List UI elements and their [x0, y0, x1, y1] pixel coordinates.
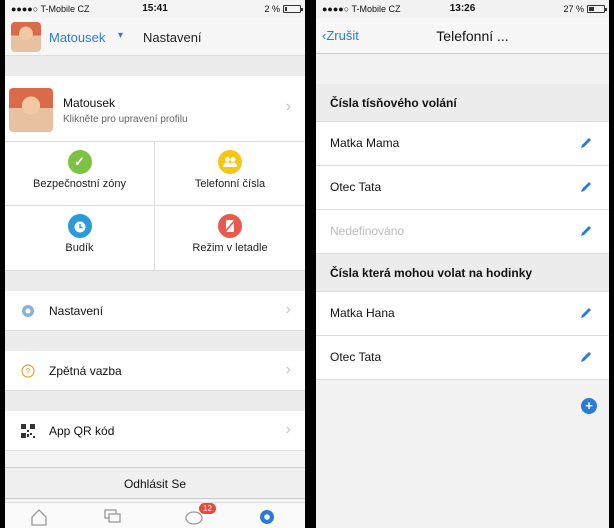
edit-icon[interactable] [579, 180, 593, 194]
feedback-row[interactable]: ? Zpětná vazba › [5, 351, 305, 391]
page-title: Nastavení [143, 30, 202, 45]
list-item[interactable]: Matka Mama [316, 122, 609, 166]
chevron-right-icon: › [285, 361, 291, 378]
alarm-clock-icon [67, 214, 92, 238]
list-item[interactable]: Otec Tata [316, 336, 609, 380]
chevron-down-icon[interactable]: ▾ [118, 30, 123, 41]
section-emergency-header: Čísla tísňového volání [316, 84, 609, 122]
profile-avatar [9, 88, 53, 132]
chevron-right-icon: › [285, 301, 291, 318]
airplane-mode-icon [218, 214, 242, 238]
profile-name: Matousek [63, 96, 116, 110]
gear-icon [22, 305, 34, 317]
status-bar: ●●●●○ T-Mobile CZ 13:26 27 % [316, 0, 609, 18]
shield-check-icon: ✓ [67, 150, 92, 174]
settings-row[interactable]: Nastavení › [5, 291, 305, 331]
section-allowed-header: Čísla která mohou volat na hodinky [316, 254, 609, 292]
status-time: 15:41 [142, 3, 168, 14]
grid-item-airplane-mode[interactable]: Režim v letadle [155, 206, 305, 270]
chat-icon[interactable] [103, 507, 123, 527]
qr-code-row[interactable]: App QR kód › [5, 411, 305, 451]
battery-icon [587, 5, 607, 13]
nav-bar: Matousek ▾ Nastavení [5, 18, 305, 56]
tab-bar: 12 [5, 502, 305, 528]
logout-button[interactable]: Odhlásit Se [5, 467, 305, 499]
battery-icon [283, 5, 303, 13]
edit-icon[interactable] [579, 306, 593, 320]
feature-grid: ✓ Bezpečnostní zóny Telefonní čísla Budí… [5, 142, 305, 271]
user-switcher[interactable]: Matousek [49, 30, 105, 45]
list-item[interactable]: Nedefinováno [316, 210, 609, 254]
chevron-right-icon: › [285, 421, 291, 438]
profile-subtitle: Klikněte pro upravení profilu [63, 114, 188, 125]
add-number-button[interactable]: + [581, 398, 597, 414]
grid-item-safe-zones[interactable]: ✓ Bezpečnostní zóny [5, 142, 155, 206]
grid-item-phone-numbers[interactable]: Telefonní čísla [155, 142, 305, 206]
grid-item-alarm[interactable]: Budík [5, 206, 155, 270]
feedback-icon: ? [21, 364, 35, 378]
settings-screen: ●●●●○ T-Mobile CZ 15:41 2 % Matousek ▾ N… [5, 0, 305, 528]
phone-numbers-screen: ●●●●○ T-Mobile CZ 13:26 27 % ‹Zrušit Tel… [316, 0, 609, 528]
edit-icon[interactable] [579, 224, 593, 238]
nav-bar: ‹Zrušit Telefonní ... [316, 18, 609, 54]
svg-text:?: ? [26, 367, 31, 376]
status-bar: ●●●●○ T-Mobile CZ 15:41 2 % [5, 0, 305, 18]
edit-icon[interactable] [579, 350, 593, 364]
profile-row[interactable]: Matousek Klikněte pro upravení profilu › [5, 76, 305, 142]
chevron-right-icon: › [285, 98, 291, 115]
messages-badge: 12 [199, 503, 216, 514]
contacts-icon [218, 150, 242, 174]
list-item[interactable]: Otec Tata [316, 166, 609, 210]
edit-icon[interactable] [579, 136, 593, 150]
page-title: Telefonní ... [436, 28, 509, 44]
gear-icon[interactable] [257, 507, 277, 527]
qr-code-icon [21, 424, 35, 438]
home-icon[interactable] [29, 507, 49, 527]
battery-percent: 27 % [563, 4, 584, 14]
avatar[interactable] [11, 22, 41, 52]
list-item[interactable]: Matka Hana [316, 292, 609, 336]
battery-percent: 2 % [264, 4, 280, 14]
